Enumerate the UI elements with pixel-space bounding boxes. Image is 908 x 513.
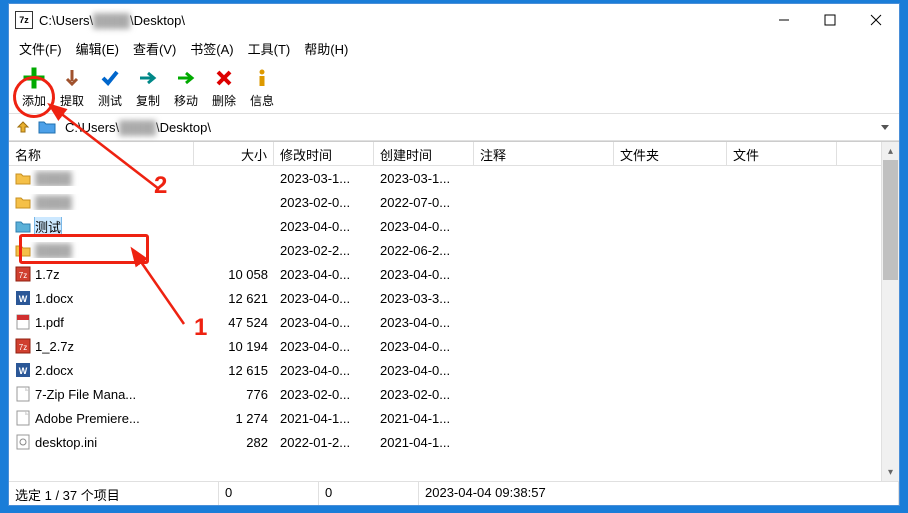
address-dropdown-button[interactable] <box>875 121 895 133</box>
menu-file[interactable]: 文件(F) <box>13 37 68 60</box>
status-v1: 0 <box>219 482 319 505</box>
window-title: C:\Users\████\Desktop\ <box>39 13 761 28</box>
list-item[interactable]: ████2023-02-0...2022-07-0... <box>9 190 881 214</box>
content-area: 名称 大小 修改时间 创建时间 注释 文件夹 文件 ████2023-03-1.… <box>9 141 899 481</box>
list-item[interactable]: 7z1.7z10 0582023-04-0...2023-04-0... <box>9 262 881 286</box>
up-button[interactable] <box>13 117 33 137</box>
arrow-right-icon <box>135 66 161 90</box>
menu-view[interactable]: 查看(V) <box>127 37 182 60</box>
app-icon: 7z <box>15 11 33 29</box>
toolbar-add-button[interactable]: 添加 <box>15 64 53 111</box>
toolbar-copy-label: 复制 <box>136 92 160 109</box>
toolbar-copy-button[interactable]: 复制 <box>129 64 167 111</box>
header-name[interactable]: 名称 <box>9 142 194 165</box>
toolbar-delete-button[interactable]: 删除 <box>205 64 243 111</box>
list-item[interactable]: 7-Zip File Mana...7762023-02-0...2023-02… <box>9 382 881 406</box>
file-type-icon <box>15 170 31 186</box>
rows-container: ████2023-03-1...2023-03-1...████2023-02-… <box>9 166 881 481</box>
column-headers: 名称 大小 修改时间 创建时间 注释 文件夹 文件 <box>9 142 881 166</box>
toolbar-extract-label: 提取 <box>60 92 84 109</box>
toolbar-delete-label: 删除 <box>212 92 236 109</box>
file-type-icon <box>15 242 31 258</box>
toolbar: 添加 提取 测试 复制 移动 删除 信息 <box>9 60 899 114</box>
extract-icon <box>59 66 85 90</box>
main-window: 7z C:\Users\████\Desktop\ 文件(F) 编辑(E) 查看… <box>8 3 900 506</box>
svg-text:7z: 7z <box>19 343 27 352</box>
toolbar-move-button[interactable]: 移动 <box>167 64 205 111</box>
menubar: 文件(F) 编辑(E) 查看(V) 书签(A) 工具(T) 帮助(H) <box>9 36 899 60</box>
header-created[interactable]: 创建时间 <box>374 142 474 165</box>
menu-edit[interactable]: 编辑(E) <box>70 37 125 60</box>
file-type-icon: 7z <box>15 266 31 282</box>
toolbar-add-label: 添加 <box>22 92 46 109</box>
scroll-down-arrow[interactable]: ▾ <box>882 463 899 481</box>
header-folder[interactable]: 文件夹 <box>614 142 727 165</box>
toolbar-info-label: 信息 <box>250 92 274 109</box>
file-type-icon <box>15 314 31 330</box>
list-item[interactable]: Adobe Premiere...1 2742021-04-1...2021-0… <box>9 406 881 430</box>
list-item[interactable]: desktop.ini2822022-01-2...2021-04-1... <box>9 430 881 454</box>
vertical-scrollbar[interactable]: ▴ ▾ <box>881 142 899 481</box>
file-type-icon: W <box>15 290 31 306</box>
plus-icon <box>21 66 47 90</box>
header-file[interactable]: 文件 <box>727 142 837 165</box>
menu-tools[interactable]: 工具(T) <box>242 37 297 60</box>
toolbar-extract-button[interactable]: 提取 <box>53 64 91 111</box>
x-icon <box>211 66 237 90</box>
list-item[interactable]: 1.pdf47 5242023-04-0...2023-04-0... <box>9 310 881 334</box>
header-comment[interactable]: 注释 <box>474 142 614 165</box>
toolbar-test-button[interactable]: 测试 <box>91 64 129 111</box>
statusbar: 选定 1 / 37 个项目 0 0 2023-04-04 09:38:57 <box>9 481 899 505</box>
addressbar: C:\Users\████\Desktop\ <box>9 114 899 141</box>
maximize-button[interactable] <box>807 4 853 36</box>
minimize-button[interactable] <box>761 4 807 36</box>
close-button[interactable] <box>853 4 899 36</box>
status-v2: 0 <box>319 482 419 505</box>
header-modified[interactable]: 修改时间 <box>274 142 374 165</box>
list-item[interactable]: ████2023-02-2...2022-06-2... <box>9 238 881 262</box>
file-type-icon <box>15 194 31 210</box>
info-icon <box>249 66 275 90</box>
list-item[interactable]: W2.docx12 6152023-04-0...2023-04-0... <box>9 358 881 382</box>
svg-text:7z: 7z <box>19 271 27 280</box>
titlebar[interactable]: 7z C:\Users\████\Desktop\ <box>9 4 899 36</box>
scroll-thumb[interactable] <box>883 160 898 280</box>
arrow-right-green-icon <box>173 66 199 90</box>
list-item[interactable]: W1.docx12 6212023-04-0...2023-03-3... <box>9 286 881 310</box>
toolbar-test-label: 测试 <box>98 92 122 109</box>
status-selection: 选定 1 / 37 个项目 <box>9 482 219 505</box>
file-type-icon: 7z <box>15 338 31 354</box>
file-type-icon <box>15 434 31 450</box>
svg-text:W: W <box>19 294 28 304</box>
list-item[interactable]: 7z1_2.7z10 1942023-04-0...2023-04-0... <box>9 334 881 358</box>
file-type-icon: W <box>15 362 31 378</box>
check-icon <box>97 66 123 90</box>
file-type-icon <box>15 410 31 426</box>
folder-icon <box>37 118 57 136</box>
list-item[interactable]: 测试2023-04-0...2023-04-0... <box>9 214 881 238</box>
scroll-up-arrow[interactable]: ▴ <box>882 142 899 160</box>
file-listview[interactable]: 名称 大小 修改时间 创建时间 注释 文件夹 文件 ████2023-03-1.… <box>9 142 881 481</box>
header-size[interactable]: 大小 <box>194 142 274 165</box>
file-type-icon <box>15 386 31 402</box>
file-type-icon <box>15 218 31 234</box>
list-item[interactable]: ████2023-03-1...2023-03-1... <box>9 166 881 190</box>
menu-bookmark[interactable]: 书签(A) <box>184 37 239 60</box>
toolbar-move-label: 移动 <box>174 92 198 109</box>
status-datetime: 2023-04-04 09:38:57 <box>419 482 899 505</box>
menu-help[interactable]: 帮助(H) <box>298 37 354 60</box>
svg-text:W: W <box>19 366 28 376</box>
toolbar-info-button[interactable]: 信息 <box>243 64 281 111</box>
address-input[interactable]: C:\Users\████\Desktop\ <box>61 118 871 137</box>
